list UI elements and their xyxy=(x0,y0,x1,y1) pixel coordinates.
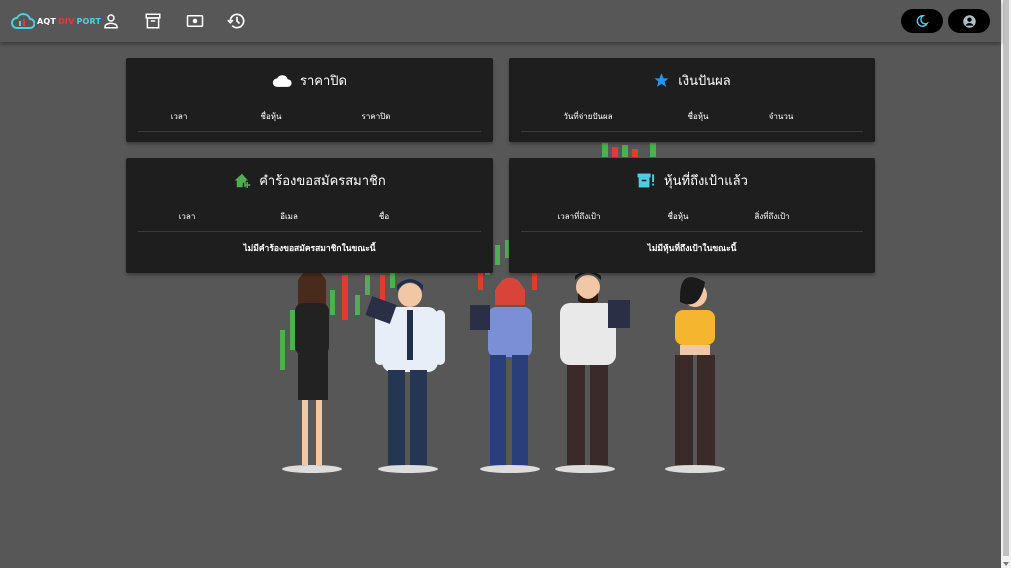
app-bar: AQT DIV PORT xyxy=(0,0,1001,42)
scrollbar-thumb[interactable] xyxy=(1003,0,1009,556)
column-header[interactable]: วันที่จ่ายปันผล xyxy=(563,110,612,123)
membership-requests-title: คำร้องขอสมัครสมาชิก xyxy=(259,174,386,189)
target-reached-card: หุ้นที่ถึงเป้าแล้ว เวลาที่ถึงเป้า ชื่อหุ… xyxy=(509,158,875,273)
archive-icon[interactable] xyxy=(142,10,164,32)
table-divider xyxy=(138,131,481,132)
history-icon[interactable] xyxy=(226,10,248,32)
scroll-down-arrow-icon[interactable] xyxy=(1003,562,1009,566)
dividend-title: เงินปันผล xyxy=(678,74,731,89)
column-header[interactable]: อีเมล xyxy=(280,210,298,223)
account-button[interactable] xyxy=(948,9,990,33)
cloud-icon xyxy=(272,74,292,87)
column-header[interactable]: ชื่อหุ้น xyxy=(668,210,689,223)
table-divider xyxy=(138,231,481,232)
column-header[interactable]: จำนวน xyxy=(769,110,794,123)
column-header[interactable]: ชื่อหุ้น xyxy=(688,110,709,123)
dark-mode-icon xyxy=(916,15,929,27)
cash-icon[interactable] xyxy=(184,10,206,32)
person-icon[interactable] xyxy=(100,10,122,32)
membership-requests-empty-message: ไม่มีคำร้องขอสมัครสมาชิกในขณะนี้ xyxy=(243,244,376,254)
column-header[interactable]: ชื่อ xyxy=(379,210,389,223)
closing-price-card: ราคาปิด เวลา ชื่อหุ้น ราคาปิด xyxy=(126,58,493,142)
column-header[interactable]: เวลา xyxy=(171,110,188,123)
target-reached-title: หุ้นที่ถึงเป้าแล้ว xyxy=(664,174,748,189)
closing-price-table-header: เวลา ชื่อหุ้น ราคาปิด xyxy=(126,110,493,124)
cloud-logo-icon xyxy=(11,13,35,29)
table-divider xyxy=(521,231,863,232)
closing-price-title: ราคาปิด xyxy=(300,74,347,89)
membership-requests-card: คำร้องขอสมัครสมาชิก เวลา อีเมล ชื่อ ไม่ม… xyxy=(126,158,493,273)
account-icon xyxy=(962,14,976,28)
column-header[interactable]: ชื่อหุ้น xyxy=(261,110,282,123)
dividend-table-header: วันที่จ่ายปันผล ชื่อหุ้น จำนวน xyxy=(509,110,875,124)
target-reached-table-header: เวลาที่ถึงเป้า ชื่อหุ้น สิ่งที่ถึงเป้า xyxy=(509,210,875,224)
column-header[interactable]: สิ่งที่ถึงเป้า xyxy=(754,210,789,223)
logo-text-div: DIV xyxy=(58,16,75,26)
app-logo[interactable]: AQT DIV PORT xyxy=(11,10,101,32)
membership-requests-card-header: คำร้องขอสมัครสมาชิก xyxy=(126,170,493,191)
star-icon xyxy=(654,73,669,87)
logo-text-port: PORT xyxy=(76,16,102,26)
column-header[interactable]: เวลาที่ถึงเป้า xyxy=(558,210,601,223)
table-divider xyxy=(521,131,863,132)
closing-price-card-header: ราคาปิด xyxy=(126,70,493,91)
dividend-card-header: เงินปันผล xyxy=(509,70,875,91)
column-header[interactable]: เวลา xyxy=(179,210,196,223)
vertical-scrollbar[interactable] xyxy=(1001,0,1011,568)
membership-requests-table-header: เวลา อีเมล ชื่อ xyxy=(126,210,493,224)
home-add-icon xyxy=(234,173,251,188)
dividend-card: เงินปันผล วันที่จ่ายปันผล ชื่อหุ้น จำนวน xyxy=(509,58,875,142)
logo-text-aqt: AQT xyxy=(37,16,57,26)
target-reached-card-header: หุ้นที่ถึงเป้าแล้ว xyxy=(509,170,875,191)
archive-alert-icon xyxy=(637,173,655,188)
target-reached-empty-message: ไม่มีหุ้นที่ถึงเป้าในขณะนี้ xyxy=(647,244,737,254)
dark-mode-button[interactable] xyxy=(901,9,943,33)
column-header[interactable]: ราคาปิด xyxy=(362,110,391,123)
